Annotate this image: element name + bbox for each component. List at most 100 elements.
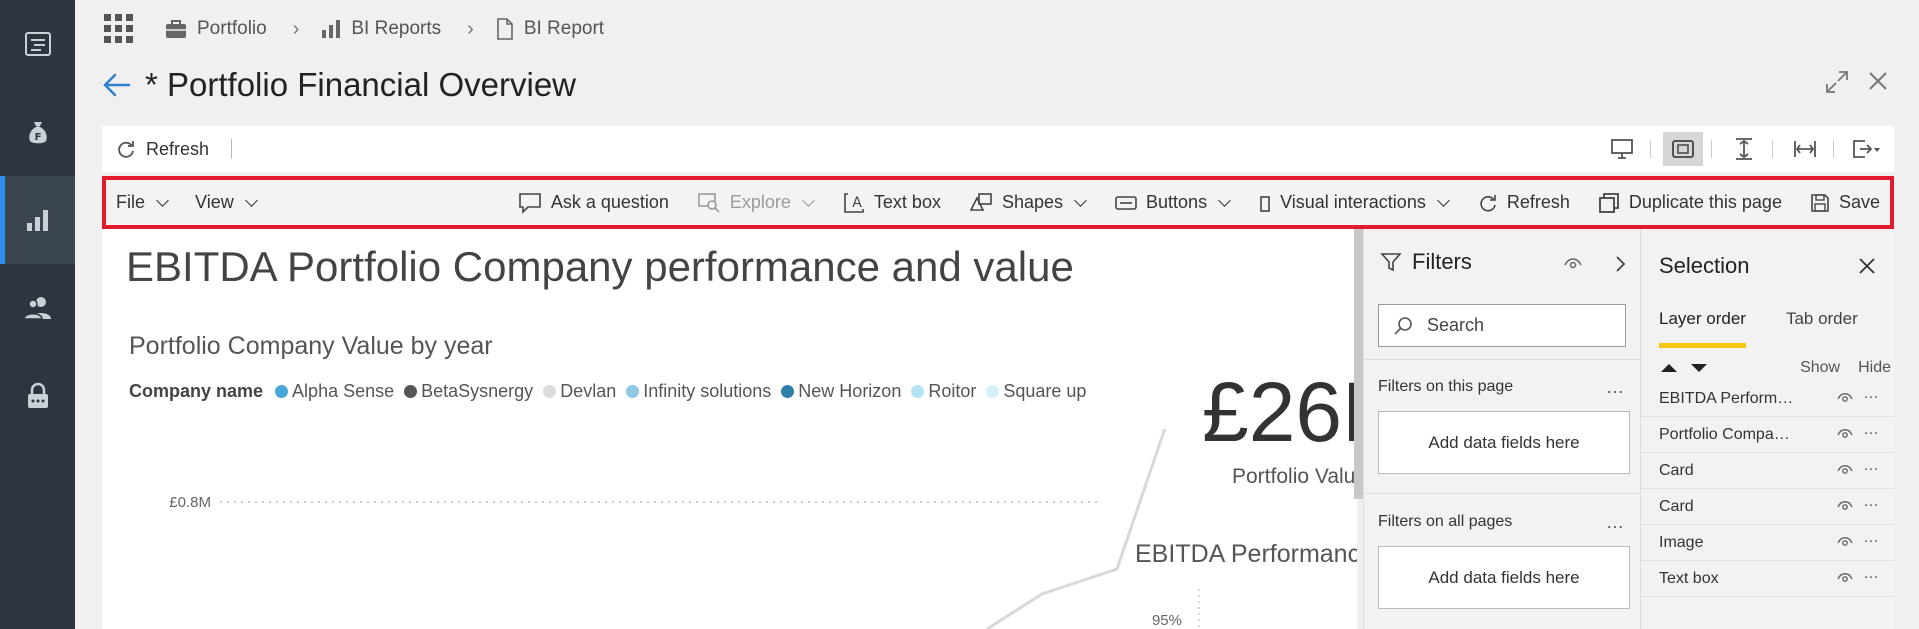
text-box-button[interactable]: A Text box (843, 192, 941, 214)
eye-icon[interactable] (1837, 427, 1853, 445)
tab-tab-order[interactable]: Tab order (1786, 309, 1858, 348)
line-chart[interactable]: £0.8M 95% (102, 429, 1202, 629)
legend-item[interactable]: Devlan (543, 381, 616, 402)
legend-item[interactable]: Alpha Sense (275, 381, 394, 402)
lock-icon (27, 382, 48, 408)
more-options-icon[interactable]: … (1863, 385, 1879, 403)
fit-height-button[interactable] (1724, 132, 1764, 166)
legend-item[interactable]: New Horizon (781, 381, 901, 402)
layer-row[interactable]: Card… (1641, 489, 1894, 525)
refresh-label: Refresh (146, 138, 210, 159)
text-box-label: Text box (873, 192, 941, 212)
nav-item-funds[interactable]: F (0, 88, 75, 176)
left-nav: F (0, 0, 75, 629)
legend-marker (986, 385, 1000, 398)
refresh-icon (118, 141, 134, 158)
refresh-button[interactable]: Refresh (116, 139, 209, 160)
fit-width-button[interactable] (1785, 132, 1825, 166)
expand-icon[interactable] (1825, 70, 1849, 94)
eye-icon[interactable] (1837, 571, 1853, 589)
filter-search-input[interactable]: Search (1378, 304, 1626, 347)
eye-icon[interactable] (1837, 391, 1853, 409)
page-filter-drop-zone[interactable]: Add data fields here (1378, 411, 1630, 474)
more-options-icon[interactable]: … (1606, 377, 1624, 398)
legend-item[interactable]: Square up (986, 381, 1086, 402)
save-button[interactable]: Save (1810, 192, 1880, 213)
page-title: * Portfolio Financial Overview (145, 66, 576, 103)
report-canvas[interactable]: EBITDA Portfolio Company performance and… (102, 229, 1357, 629)
duplicate-page-button[interactable]: Duplicate this page (1598, 192, 1782, 214)
move-down-icon[interactable] (1689, 361, 1709, 375)
layer-tools: Show Hide (1659, 359, 1891, 377)
canvas-scrollbar[interactable] (1354, 229, 1363, 499)
chevron-down-icon (1074, 194, 1087, 207)
explore-label: Explore (729, 192, 791, 212)
close-icon[interactable] (1867, 70, 1889, 92)
shapes-button[interactable]: Shapes (969, 192, 1087, 214)
more-options-icon[interactable]: … (1863, 565, 1879, 583)
explore-icon (698, 192, 720, 213)
layer-row[interactable]: Text box… (1641, 561, 1894, 597)
move-up-icon[interactable] (1659, 361, 1679, 375)
legend-item[interactable]: Infinity solutions (626, 381, 771, 402)
divider (1364, 359, 1642, 360)
tab-layer-order[interactable]: Layer order (1659, 309, 1746, 348)
breadcrumb-bi-report[interactable]: BI Report (496, 18, 604, 40)
view-menu-label: View (195, 192, 234, 212)
more-options-icon[interactable]: … (1863, 457, 1879, 475)
eye-icon[interactable] (1837, 463, 1853, 481)
breadcrumb-portfolio[interactable]: Portfolio (165, 18, 267, 40)
explore-button[interactable]: Explore (697, 192, 815, 214)
collapse-pane-icon[interactable] (1614, 255, 1626, 273)
export-menu-button[interactable] (1846, 132, 1886, 166)
nav-item-users[interactable] (0, 264, 75, 352)
more-options-icon[interactable]: … (1606, 512, 1624, 533)
layer-name: Card (1659, 461, 1694, 479)
legend-label: Roitor (928, 381, 977, 401)
duplicate-page-label: Duplicate this page (1628, 192, 1782, 212)
more-options-icon[interactable]: … (1863, 529, 1879, 547)
legend-label: Alpha Sense (292, 381, 395, 401)
legend-item[interactable]: Roitor (911, 381, 976, 402)
more-options-icon[interactable]: … (1863, 421, 1879, 439)
nav-item-security[interactable] (0, 352, 75, 440)
chevron-right-icon: › (292, 17, 300, 40)
eye-icon[interactable] (1837, 499, 1853, 517)
buttons-button[interactable]: Buttons (1115, 192, 1231, 213)
ask-question-button[interactable]: Ask a question (518, 192, 669, 214)
show-all-button[interactable]: Show (1800, 359, 1840, 377)
chat-icon (519, 192, 541, 214)
series-line (986, 429, 1167, 629)
hide-all-button[interactable]: Hide (1858, 359, 1891, 377)
nav-item-timeline[interactable] (0, 0, 75, 88)
visual-interactions-label: Visual interactions (1280, 192, 1426, 212)
ebitda-chart-title: EBITDA Performanc (1135, 540, 1357, 568)
layer-row[interactable]: Image… (1641, 525, 1894, 561)
all-pages-filter-drop-zone[interactable]: Add data fields here (1378, 546, 1630, 609)
legend-label: Infinity solutions (643, 381, 772, 401)
breadcrumb-bi-reports[interactable]: BI Reports (321, 18, 441, 40)
close-icon[interactable] (1858, 257, 1876, 275)
layer-row[interactable]: EBITDA Performance ...… (1641, 381, 1894, 417)
bar-chart-icon (322, 20, 341, 38)
more-options-icon[interactable]: … (1863, 493, 1879, 511)
fit-to-page-button[interactable] (1663, 132, 1703, 166)
eye-icon[interactable] (1837, 535, 1853, 553)
eye-icon[interactable] (1564, 257, 1582, 271)
chart-title: Portfolio Company Value by year (129, 332, 493, 360)
view-menu[interactable]: View (195, 192, 258, 213)
back-arrow-icon[interactable] (103, 73, 131, 97)
legend-label: Devlan (560, 381, 617, 401)
users-icon (22, 297, 51, 320)
layer-row[interactable]: Portfolio Company V...… (1641, 417, 1894, 453)
app-grid-icon[interactable] (103, 13, 135, 45)
view-mode-group (1590, 130, 1886, 168)
visual-interactions-button[interactable]: Visual interactions (1259, 192, 1450, 213)
layer-row[interactable]: Card … (1641, 453, 1894, 489)
legend-item[interactable]: BetaSysnergy (404, 381, 533, 402)
chevron-down-icon (156, 194, 169, 207)
file-menu[interactable]: File (116, 192, 169, 213)
ribbon-refresh-button[interactable]: Refresh (1478, 192, 1570, 213)
desktop-view-button[interactable] (1602, 132, 1642, 166)
nav-item-reports[interactable] (0, 176, 75, 264)
